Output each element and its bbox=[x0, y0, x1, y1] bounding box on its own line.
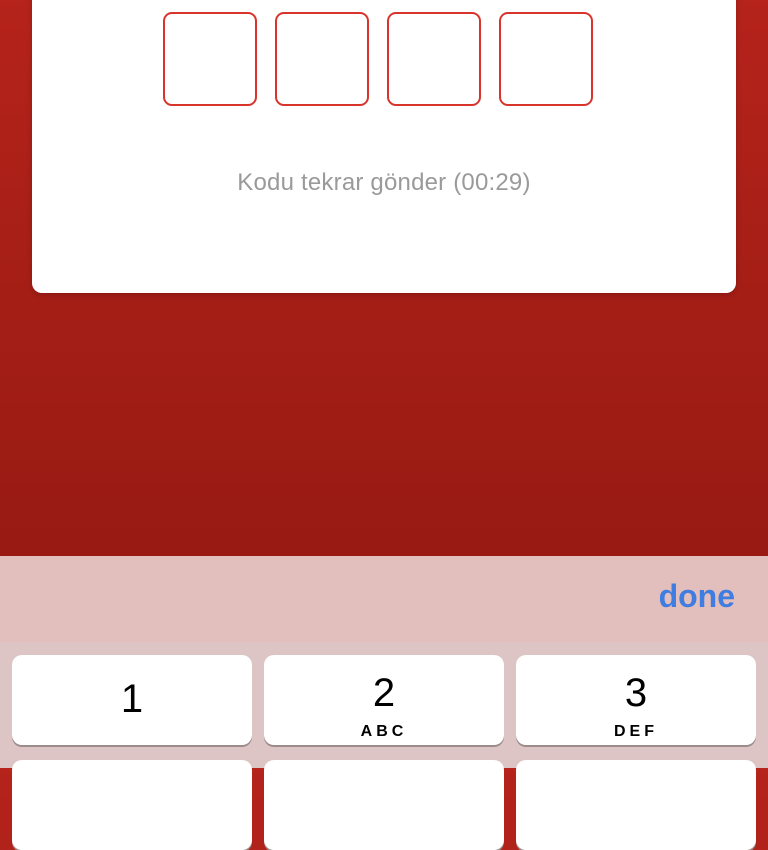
key-2[interactable]: 2 ABC bbox=[264, 655, 504, 745]
key-1[interactable]: 1 bbox=[12, 655, 252, 745]
done-button[interactable]: done bbox=[659, 578, 735, 615]
key-letters: ABC bbox=[360, 723, 408, 740]
numeric-keypad: 1 2 ABC 3 DEF bbox=[0, 642, 768, 850]
keyboard-accessory-bar: done bbox=[0, 556, 768, 642]
key-number: 1 bbox=[120, 677, 144, 721]
verification-card: Kodu tekrar gönder (00:29) bbox=[32, 0, 736, 293]
otp-digit-3[interactable] bbox=[387, 12, 481, 106]
key-letters: DEF bbox=[614, 723, 658, 740]
key-5[interactable] bbox=[264, 760, 504, 850]
otp-digit-2[interactable] bbox=[275, 12, 369, 106]
resend-code-countdown: Kodu tekrar gönder (00:29) bbox=[237, 169, 531, 196]
key-4[interactable] bbox=[12, 760, 252, 850]
key-number: 3 bbox=[624, 671, 648, 715]
otp-digit-1[interactable] bbox=[163, 12, 257, 106]
key-3[interactable]: 3 DEF bbox=[516, 655, 756, 745]
key-number: 2 bbox=[372, 671, 396, 715]
otp-input-group bbox=[163, 12, 593, 106]
otp-digit-4[interactable] bbox=[499, 12, 593, 106]
key-6[interactable] bbox=[516, 760, 756, 850]
